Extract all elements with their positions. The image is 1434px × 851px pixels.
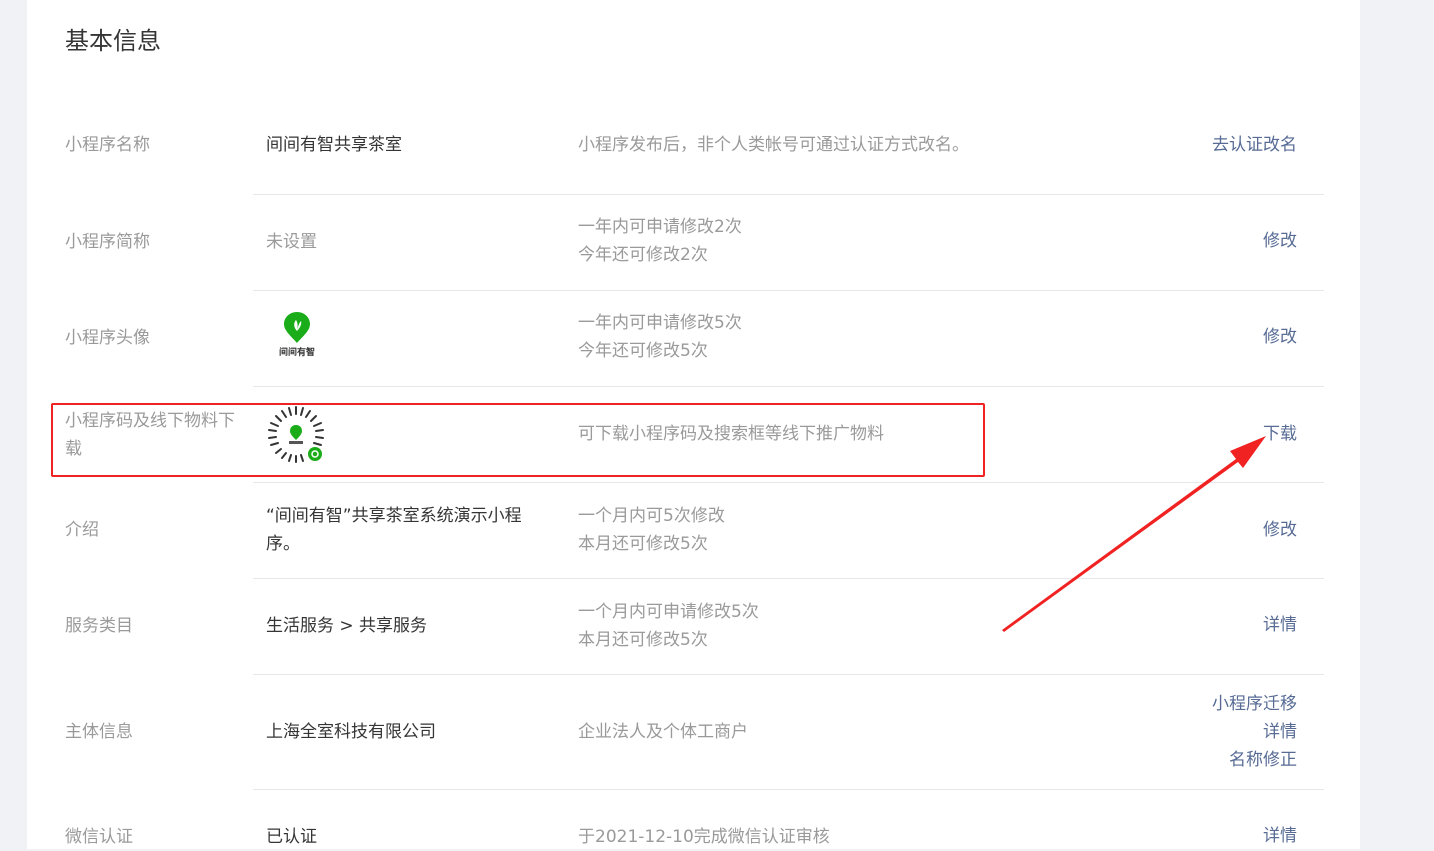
row-actions: 下载 — [1263, 420, 1297, 448]
verify-rename-link[interactable]: 去认证改名 — [1212, 131, 1297, 159]
row-description: 一年内可申请修改5次 今年还可修改5次 — [578, 309, 742, 365]
avatar-logo-text: 间间有智 — [279, 346, 315, 358]
row-label: 小程序头像 — [65, 328, 150, 348]
row-label: 小程序简称 — [65, 232, 150, 252]
row-divider — [253, 789, 1324, 790]
desc-line: 一年内可申请修改5次 — [578, 313, 742, 333]
desc-line: 小程序发布后，非个人类帐号可通过认证方式改名。 — [578, 135, 969, 155]
row-description: 企业法人及个体工商户 — [578, 718, 748, 746]
edit-avatar-link[interactable]: 修改 — [1263, 323, 1297, 351]
name-correction-link[interactable]: 名称修正 — [1212, 746, 1297, 774]
desc-line: 本月还可修改5次 — [578, 534, 708, 554]
row-label: 小程序码及线下物料下载 — [65, 411, 235, 459]
row-description: 可下载小程序码及搜索框等线下推广物料 — [578, 420, 884, 448]
desc-line: 一年内可申请修改2次 — [578, 217, 742, 237]
entity-name-value: 上海全室科技有限公司 — [266, 722, 436, 742]
edit-short-name-link[interactable]: 修改 — [1263, 227, 1297, 255]
service-category-details-link[interactable]: 详情 — [1263, 611, 1297, 639]
download-materials-link[interactable]: 下载 — [1263, 420, 1297, 448]
row-description: 一年内可申请修改2次 今年还可修改2次 — [578, 213, 742, 269]
row-actions: 修改 — [1263, 227, 1297, 255]
edit-introduction-link[interactable]: 修改 — [1263, 516, 1297, 544]
row-description: 小程序发布后，非个人类帐号可通过认证方式改名。 — [578, 131, 969, 159]
row-label: 主体信息 — [65, 722, 133, 742]
desc-line: 于2021-12-10完成微信认证审核 — [578, 827, 830, 847]
service-category-value: 生活服务 > 共享服务 — [266, 616, 428, 636]
row-label: 小程序名称 — [65, 135, 150, 155]
row-divider — [253, 194, 1324, 195]
verification-status-value: 已认证 — [266, 827, 317, 847]
row-actions: 详情 — [1263, 822, 1297, 850]
desc-line: 可下载小程序码及搜索框等线下推广物料 — [578, 424, 884, 444]
row-description: 一个月内可申请修改5次 本月还可修改5次 — [578, 598, 759, 654]
row-actions: 小程序迁移 详情 名称修正 — [1212, 690, 1297, 774]
row-description: 一个月内可5次修改 本月还可修改5次 — [578, 502, 725, 558]
desc-line: 一个月内可5次修改 — [578, 506, 725, 526]
desc-line: 今年还可修改2次 — [578, 245, 708, 265]
desc-line: 今年还可修改5次 — [578, 341, 708, 361]
row-divider — [253, 290, 1324, 291]
short-name-value: 未设置 — [266, 232, 317, 252]
row-divider — [253, 386, 1324, 387]
verification-details-link[interactable]: 详情 — [1263, 822, 1297, 850]
desc-line: 一个月内可申请修改5次 — [578, 602, 759, 622]
page-gutter — [1360, 0, 1434, 849]
row-actions: 详情 — [1263, 611, 1297, 639]
row-label: 介绍 — [65, 520, 99, 540]
mini-program-migrate-link[interactable]: 小程序迁移 — [1212, 690, 1297, 718]
row-label: 服务类目 — [65, 616, 133, 636]
row-actions: 去认证改名 — [1212, 131, 1297, 159]
mini-program-avatar: 间间有智 — [279, 312, 315, 358]
mini-program-name-value: 间间有智共享茶室 — [266, 135, 402, 155]
row-actions: 修改 — [1263, 323, 1297, 351]
row-divider — [253, 674, 1324, 675]
entity-details-link[interactable]: 详情 — [1212, 718, 1297, 746]
introduction-value: “间间有智”共享茶室系统演示小程序。 — [266, 506, 522, 554]
desc-line: 本月还可修改5次 — [578, 630, 708, 650]
row-divider — [253, 578, 1324, 579]
row-actions: 修改 — [1263, 516, 1297, 544]
row-description: 于2021-12-10完成微信认证审核 — [578, 823, 830, 851]
page-title: 基本信息 — [65, 27, 161, 55]
desc-line: 企业法人及个体工商户 — [578, 722, 748, 742]
mini-program-code-icon — [267, 406, 325, 464]
row-label: 微信认证 — [65, 827, 133, 847]
row-divider — [253, 482, 1324, 483]
